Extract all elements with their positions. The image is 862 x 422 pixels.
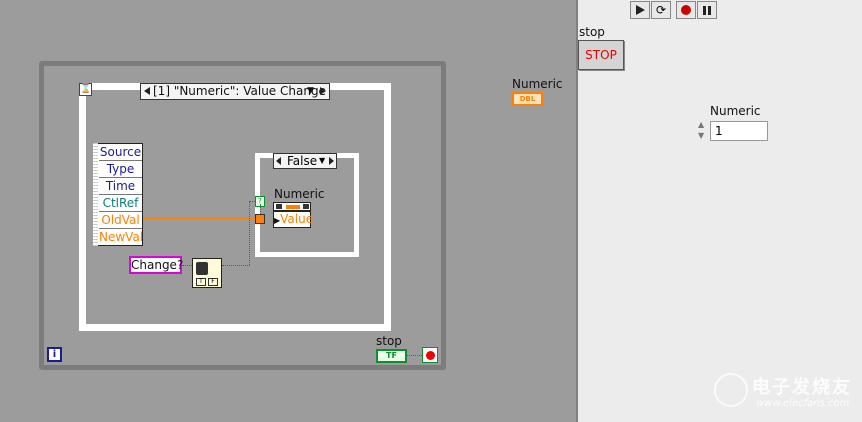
increment-arrow-icon[interactable]: ▲ (698, 120, 704, 129)
run-continuously-icon[interactable]: ⟳ (651, 1, 671, 19)
watermark-brand: 电子发烧友 (752, 377, 852, 398)
numeric-field[interactable]: 1 (710, 121, 768, 141)
selector-right-arrow-icon[interactable] (320, 87, 326, 95)
watermark-logo-icon (714, 373, 748, 407)
stop-wire[interactable] (407, 355, 422, 356)
watermark-url: www.elecfans.com (756, 398, 850, 409)
iteration-terminal[interactable]: i (47, 347, 62, 362)
property-type-bar-icon (286, 205, 300, 209)
event-data-oldval[interactable]: OldVal (99, 212, 142, 229)
change-constant[interactable]: Change? (129, 256, 184, 274)
numeric-terminal-label: Numeric (512, 77, 563, 91)
event-data-node[interactable]: Source Type Time CtlRef OldVal NewVal (93, 143, 143, 246)
numeric-value: 1 (715, 124, 723, 138)
select-t-icon: T (196, 278, 206, 286)
select-function-icon (196, 262, 208, 275)
boolean-wire-vertical[interactable] (249, 201, 250, 265)
event-data-type[interactable]: Type (99, 161, 142, 178)
event-data-node-handle (93, 143, 98, 246)
property-node-header[interactable] (273, 202, 311, 211)
change-constant-text: Change? (131, 258, 184, 272)
property-out-icon (303, 204, 309, 209)
property-value-text: Value (280, 212, 314, 226)
case-right-arrow-icon[interactable] (329, 157, 334, 165)
pause-bar-2 (708, 6, 711, 15)
abort-icon[interactable] (676, 1, 696, 19)
pause-bar-1 (703, 6, 706, 15)
stop-button-text: STOP (585, 48, 617, 62)
iteration-label: i (52, 349, 57, 360)
selector-left-arrow-icon[interactable] (144, 87, 150, 95)
event-data-newval[interactable]: NewVal (99, 229, 143, 246)
event-data-ctlref[interactable]: CtlRef (99, 195, 142, 212)
timeout-hourglass-icon[interactable]: ⌛ (79, 83, 92, 96)
property-reference-icon (276, 204, 282, 209)
selector-down-arrow-icon[interactable]: ▼ (307, 84, 314, 99)
stop-terminal[interactable]: TF (376, 349, 407, 363)
numeric-terminal[interactable]: DBL (512, 92, 543, 106)
tunnel-wire (260, 204, 261, 214)
numeric-terminal-type: DBL (519, 95, 536, 103)
run-arrow-icon[interactable] (630, 1, 650, 19)
event-selector[interactable]: [1] "Numeric": Value Change ▼ (140, 83, 330, 100)
property-node-label: Numeric (274, 187, 325, 201)
change-wire[interactable] (182, 265, 192, 266)
event-data-source[interactable]: Source (99, 144, 142, 161)
oldval-wire[interactable] (143, 218, 256, 219)
stop-terminal-label: stop (376, 334, 402, 348)
stop-terminal-type: TF (386, 351, 397, 360)
case-down-arrow-icon[interactable]: ▼ (319, 154, 325, 168)
property-node-value[interactable]: ▶Value (273, 211, 314, 228)
numeric-increment-decrement[interactable]: ▲ ▼ (698, 120, 708, 142)
oldval-tunnel[interactable] (255, 214, 265, 224)
select-function[interactable]: T F (192, 258, 222, 288)
run-arrow-shape (636, 5, 645, 15)
stop-button[interactable]: STOP (578, 40, 624, 70)
case-selector[interactable]: False ▼ (273, 153, 337, 169)
case-selector-label: False (287, 154, 318, 168)
case-left-arrow-icon[interactable] (276, 157, 281, 165)
stop-sign-icon (426, 351, 435, 360)
decrement-arrow-icon[interactable]: ▼ (698, 131, 704, 140)
numeric-control-label: Numeric (710, 104, 761, 118)
loop-condition-terminal[interactable] (422, 347, 438, 363)
stop-button-label: stop (579, 25, 605, 39)
pause-icon[interactable] (697, 1, 717, 19)
event-selector-label: [1] "Numeric": Value Change (153, 84, 326, 98)
select-f-icon: F (208, 278, 218, 286)
abort-shape (681, 5, 691, 15)
boolean-wire-bottom[interactable] (222, 265, 250, 266)
toolbar: ⟳ (626, 0, 721, 22)
event-data-time[interactable]: Time (99, 178, 142, 195)
